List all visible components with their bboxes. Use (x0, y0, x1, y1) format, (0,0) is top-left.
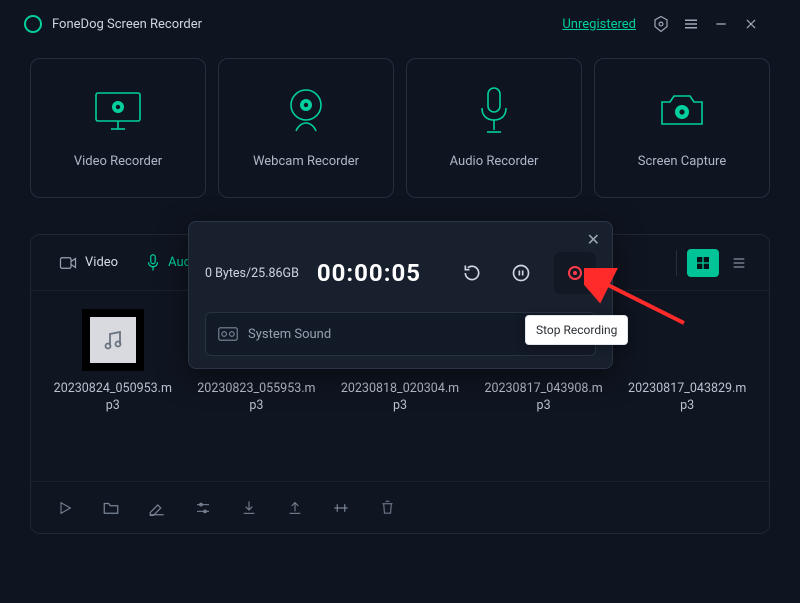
view-switch (687, 249, 755, 277)
mode-label: Screen Capture (638, 154, 726, 169)
file-item[interactable]: 20230824_050953.mp3 (53, 309, 173, 415)
tab-label: Video (85, 255, 118, 270)
divider (676, 250, 677, 276)
recording-timer: 00:00:05 (317, 259, 421, 287)
monitor-icon (91, 88, 145, 134)
trim-icon[interactable] (327, 494, 355, 522)
audio-source-label: System Sound (248, 327, 559, 342)
settings-hexagon-icon[interactable] (646, 9, 676, 39)
mode-label: Video Recorder (74, 154, 162, 169)
download-icon[interactable] (235, 494, 263, 522)
sliders-icon[interactable] (189, 494, 217, 522)
registration-status-link[interactable]: Unregistered (562, 17, 636, 32)
mode-webcam-recorder[interactable]: Webcam Recorder (218, 58, 394, 198)
record-dot-icon (568, 266, 582, 280)
view-grid-icon[interactable] (687, 249, 719, 277)
app-title: FoneDog Screen Recorder (52, 17, 202, 32)
restart-icon[interactable] (457, 256, 488, 290)
library-toolbar (31, 481, 769, 533)
delete-icon[interactable] (373, 494, 401, 522)
mode-screen-capture[interactable]: Screen Capture (594, 58, 770, 198)
camera-icon (656, 88, 708, 134)
recording-control-popup: ✕ 0 Bytes/25.86GB 00:00:05 System Sound (188, 221, 613, 369)
menu-icon[interactable] (676, 9, 706, 39)
file-name: 20230823_055953.mp3 (197, 381, 317, 415)
file-name: 20230818_020304.mp3 (340, 381, 460, 415)
app-logo-icon (24, 15, 42, 33)
share-icon[interactable] (281, 494, 309, 522)
popup-close-icon[interactable]: ✕ (587, 232, 600, 248)
tab-video[interactable]: Video (45, 235, 132, 290)
mode-video-recorder[interactable]: Video Recorder (30, 58, 206, 198)
view-list-icon[interactable] (723, 249, 755, 277)
recording-size-text: 0 Bytes/25.86GB (205, 266, 299, 281)
stop-recording-tooltip: Stop Recording (525, 315, 628, 345)
rename-icon[interactable] (143, 494, 171, 522)
stop-recording-button[interactable] (554, 252, 596, 294)
folder-icon[interactable] (97, 494, 125, 522)
play-icon[interactable] (51, 494, 79, 522)
minimize-icon[interactable] (706, 9, 736, 39)
titlebar: FoneDog Screen Recorder Unregistered (0, 0, 800, 48)
mode-cards: Video Recorder Webcam Recorder Audio Rec… (0, 48, 800, 198)
microphone-icon (474, 88, 514, 134)
mode-label: Webcam Recorder (253, 154, 359, 169)
file-name: 20230817_043908.mp3 (484, 381, 604, 415)
file-name: 20230824_050953.mp3 (53, 381, 173, 415)
pause-icon[interactable] (506, 256, 537, 290)
close-icon[interactable] (736, 9, 766, 39)
file-item[interactable]: 20230817_043829.mp3 (627, 309, 747, 415)
file-name: 20230817_043829.mp3 (627, 381, 747, 415)
file-thumb (82, 309, 144, 371)
mode-label: Audio Recorder (450, 154, 539, 169)
webcam-icon (281, 88, 331, 134)
mode-audio-recorder[interactable]: Audio Recorder (406, 58, 582, 198)
speaker-card-icon (218, 326, 238, 342)
